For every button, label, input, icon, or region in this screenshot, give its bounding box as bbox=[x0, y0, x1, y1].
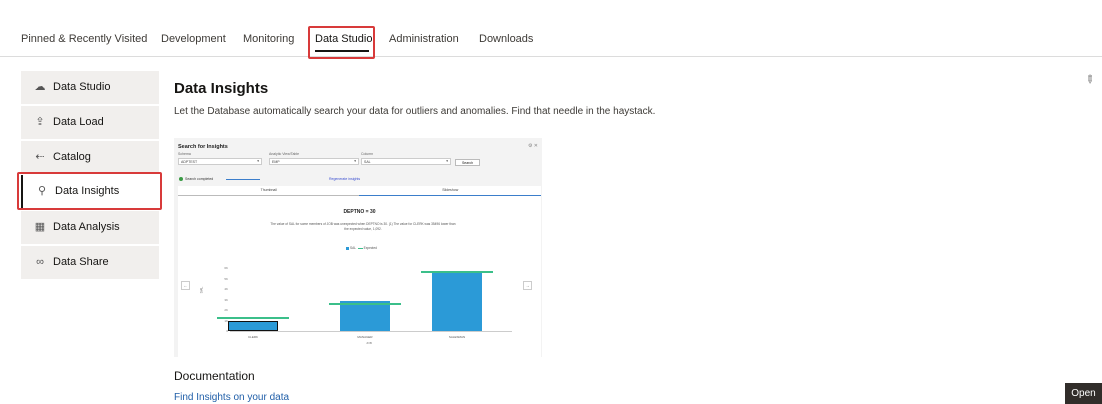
regenerate-insights-link: Regenerate insights bbox=[329, 177, 361, 181]
x-axis-line bbox=[230, 331, 512, 332]
pin-icon[interactable]: ✎ bbox=[1082, 72, 1098, 87]
chevron-down-icon: ▾ bbox=[446, 159, 448, 163]
search-progress-bar bbox=[226, 179, 260, 180]
catalog-icon: ⇠ bbox=[35, 151, 45, 163]
page-description: Let the Database automatically search yo… bbox=[174, 106, 656, 117]
chart-legend: SAL Expected bbox=[346, 246, 377, 250]
x-tick-label: CLERK bbox=[247, 335, 258, 339]
column-label: Column bbox=[361, 152, 374, 156]
data-studio-highlight-box bbox=[308, 26, 375, 59]
search-status-text: Search completed bbox=[185, 177, 214, 181]
share-icon: ∞ bbox=[36, 256, 44, 268]
search-button: Search bbox=[455, 159, 480, 166]
top-navigation: Pinned & Recently Visited Development Mo… bbox=[0, 0, 1102, 57]
y-tick-label: 0 bbox=[226, 329, 228, 333]
insight-heading: DEPTNO = 30 bbox=[343, 209, 376, 215]
column-value: SAL bbox=[364, 160, 371, 164]
expected-line-salesman bbox=[421, 271, 493, 273]
sidebar-item-label: Catalog bbox=[53, 151, 91, 163]
chevron-down-icon: ▾ bbox=[354, 159, 356, 163]
sidebar-item-data-load[interactable]: ⇪ Data Load bbox=[21, 106, 159, 139]
preview-tabs: Thumbnail Slideshow bbox=[178, 186, 541, 196]
x-tick-label: MANAGER bbox=[357, 335, 373, 339]
prev-arrow-button: ← bbox=[181, 281, 190, 290]
tab-development[interactable]: Development bbox=[161, 33, 226, 45]
legend-label-sal: SAL bbox=[350, 246, 356, 250]
bar-salesman bbox=[432, 272, 482, 331]
documentation-heading: Documentation bbox=[174, 369, 255, 383]
preview-title: Search for Insights bbox=[178, 144, 228, 150]
y-tick-label: 3K bbox=[224, 297, 228, 302]
legend-swatch-expected bbox=[357, 247, 363, 249]
sidebar-item-catalog[interactable]: ⇠ Catalog bbox=[21, 141, 159, 174]
open-button[interactable]: Open bbox=[1065, 383, 1102, 404]
sidebar-item-data-analysis[interactable]: ▦ Data Analysis bbox=[21, 211, 159, 244]
data-insights-preview-image: Search for Insights ⚙ ✕ Schema ADPTEST ▾ … bbox=[174, 138, 542, 357]
check-circle-icon bbox=[179, 177, 183, 182]
chevron-down-icon: ▾ bbox=[257, 159, 259, 163]
bar-manager bbox=[340, 301, 390, 331]
view-value: EMP bbox=[272, 160, 280, 164]
cloud-icon: ☁ bbox=[34, 81, 46, 93]
y-tick-label: 5K bbox=[224, 276, 228, 281]
find-insights-link[interactable]: Find Insights on your data bbox=[174, 392, 289, 403]
data-insights-highlight-box bbox=[17, 172, 162, 210]
next-arrow-button: → bbox=[523, 281, 532, 290]
bar-clerk bbox=[228, 321, 278, 331]
expected-line-manager bbox=[329, 303, 401, 305]
analysis-icon: ▦ bbox=[34, 221, 46, 233]
search-status: Search completed bbox=[179, 177, 214, 182]
y-tick-label: 2K bbox=[224, 308, 228, 312]
tab-administration[interactable]: Administration bbox=[389, 33, 459, 45]
schema-label: Schema bbox=[178, 152, 191, 156]
column-select: SAL ▾ bbox=[361, 158, 451, 165]
legend-label-expected: Expected bbox=[363, 246, 377, 250]
y-tick-label: 4K bbox=[224, 287, 228, 291]
y-axis-title: SAL bbox=[199, 286, 204, 294]
y-tick-label: 1K bbox=[224, 318, 228, 323]
schema-value: ADPTEST bbox=[181, 160, 198, 164]
tab-slideshow: Slideshow bbox=[442, 188, 459, 192]
schema-select: ADPTEST ▾ bbox=[178, 158, 262, 165]
tab-downloads[interactable]: Downloads bbox=[479, 33, 533, 45]
data-load-icon: ⇪ bbox=[35, 116, 45, 128]
y-tick-label: 6K bbox=[224, 266, 228, 270]
page-title: Data Insights bbox=[174, 80, 269, 97]
insight-note: The value of SAL for some members of JOB… bbox=[270, 222, 456, 231]
expected-line-clerk bbox=[217, 317, 289, 319]
view-label: Analytic View/Table bbox=[269, 152, 300, 156]
tab-pinned-recently-visited[interactable]: Pinned & Recently Visited bbox=[21, 33, 147, 45]
sidebar-item-label: Data Analysis bbox=[53, 221, 120, 233]
sidebar-item-data-studio-overview[interactable]: ☁ Data Studio Overview bbox=[21, 71, 159, 126]
x-tick-label: SALESMAN bbox=[448, 335, 466, 339]
sidebar-item-label: Data Load bbox=[53, 116, 104, 128]
view-select: EMP ▾ bbox=[269, 158, 359, 165]
tab-monitoring[interactable]: Monitoring bbox=[243, 33, 294, 45]
tab-thumbnail: Thumbnail bbox=[260, 188, 277, 192]
preview-window-controls: ⚙ ✕ bbox=[527, 143, 538, 149]
sidebar-item-label: Data Share bbox=[53, 256, 109, 268]
insight-panel: DEPTNO = 30 The value of SAL for some me… bbox=[178, 196, 541, 357]
sidebar-item-data-share[interactable]: ∞ Data Share bbox=[21, 246, 159, 279]
x-axis-title: JOB bbox=[366, 341, 372, 345]
legend-swatch-sal bbox=[346, 246, 349, 250]
